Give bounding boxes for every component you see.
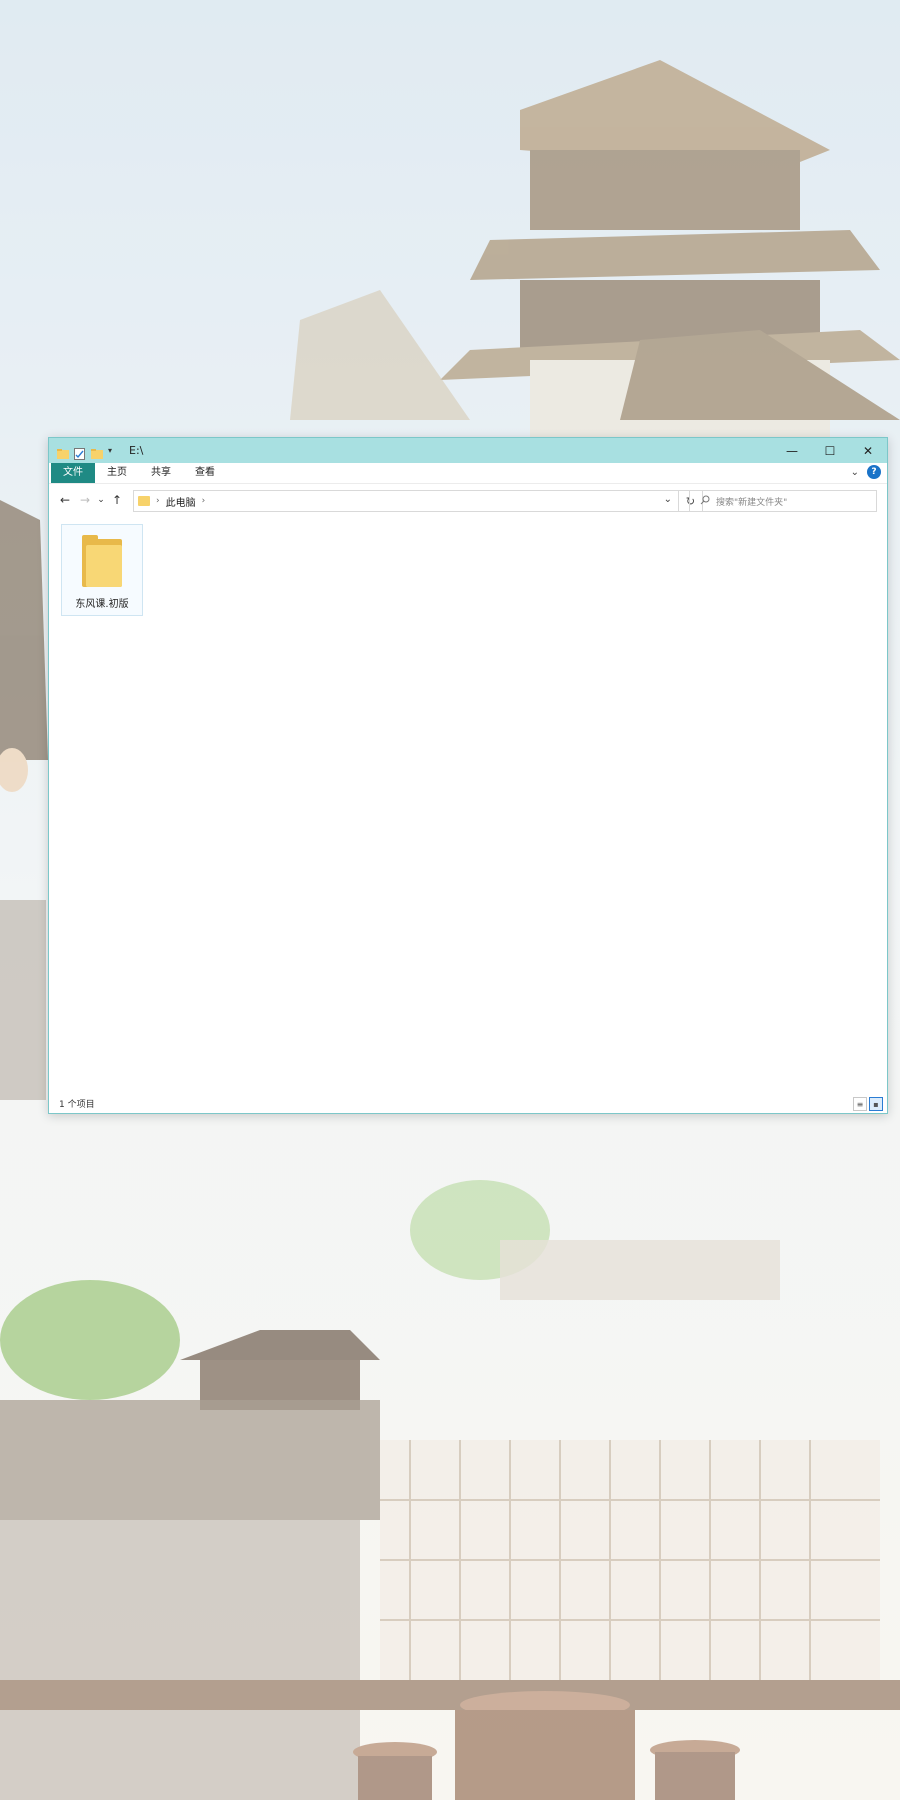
address-bar[interactable]: › 此电脑 › ⌄: [133, 490, 679, 512]
tab-file[interactable]: 文件: [51, 463, 95, 483]
minimize-button[interactable]: —: [773, 438, 811, 463]
address-dropdown-icon[interactable]: ⌄: [664, 494, 672, 505]
breadcrumb-separator: ›: [156, 496, 160, 506]
folder-item[interactable]: 东风课.初版: [61, 524, 143, 616]
recent-locations-icon[interactable]: ⌄: [95, 495, 107, 505]
view-toggle: ≡ ▪: [853, 1097, 883, 1111]
details-view-icon[interactable]: ≡: [853, 1097, 867, 1111]
title-bar[interactable]: ▾ E:\ — ☐ ✕: [49, 438, 887, 463]
quick-access-toolbar: ▾: [49, 445, 119, 460]
navigation-bar: ← → ⌄ ↑ › 此电脑 › ⌄ ↻ 搜索"新建文件夹": [49, 483, 887, 517]
folder-name: 东风课.初版: [75, 599, 129, 610]
ribbon-right-controls: ⌄ ?: [851, 465, 881, 479]
close-button[interactable]: ✕: [849, 438, 887, 463]
item-count: 1 个项目: [59, 1099, 95, 1110]
properties-icon[interactable]: [74, 445, 85, 460]
ribbon-tabs: 文件 主页 共享 查看 ⌄ ?: [49, 463, 887, 484]
forward-arrow-icon[interactable]: →: [75, 493, 95, 507]
status-bar: 1 个项目 ≡ ▪: [49, 1093, 887, 1113]
file-list-area[interactable]: 东风课.初版: [49, 518, 887, 1093]
maximize-button[interactable]: ☐: [811, 438, 849, 463]
window-controls: — ☐ ✕: [773, 438, 887, 463]
search-placeholder: 搜索"新建文件夹": [716, 497, 788, 508]
tab-share[interactable]: 共享: [139, 463, 183, 483]
search-box[interactable]: 搜索"新建文件夹": [689, 490, 877, 512]
new-folder-icon[interactable]: [91, 445, 103, 459]
breadcrumb-separator[interactable]: ›: [202, 496, 206, 506]
up-arrow-icon[interactable]: ↑: [107, 493, 127, 507]
window-title: E:\: [129, 444, 144, 457]
folder-icon: [80, 533, 124, 591]
back-arrow-icon[interactable]: ←: [55, 493, 75, 507]
file-explorer-window: ▾ E:\ — ☐ ✕ 文件 主页 共享 查看 ⌄ ? ← → ⌄ ↑ › 此电…: [48, 437, 888, 1114]
breadcrumb-this-pc[interactable]: 此电脑: [166, 494, 196, 509]
tab-view[interactable]: 查看: [183, 463, 227, 483]
folder-icon: [138, 496, 150, 506]
tab-home[interactable]: 主页: [95, 463, 139, 483]
folder-icon: [57, 445, 69, 459]
search-icon: [700, 495, 710, 508]
expand-ribbon-icon[interactable]: ⌄: [851, 467, 859, 478]
customize-toolbar-icon[interactable]: ▾: [108, 445, 119, 457]
large-icons-view-icon[interactable]: ▪: [869, 1097, 883, 1111]
help-icon[interactable]: ?: [867, 465, 881, 479]
